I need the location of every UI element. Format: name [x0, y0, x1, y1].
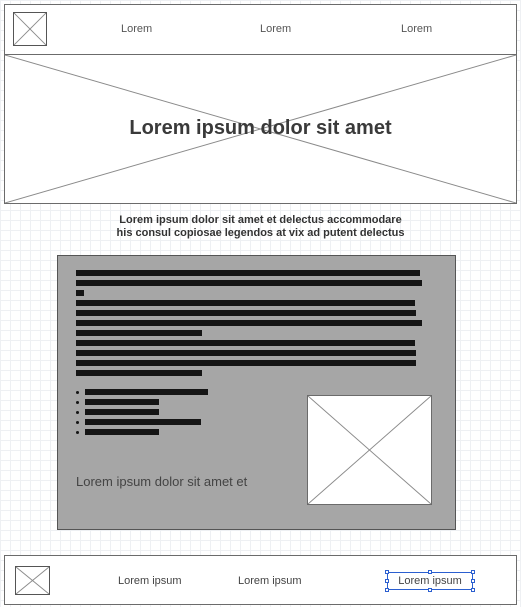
text-line	[76, 300, 415, 306]
nav-link-1[interactable]: Lorem	[121, 23, 152, 35]
hero-title: Lorem ipsum dolor sit amet	[129, 117, 392, 139]
footer-link-selected-label: Lorem ipsum	[398, 575, 462, 587]
hero-banner: Lorem ipsum dolor sit amet	[4, 54, 517, 204]
resize-handle-top-right[interactable]	[471, 570, 475, 574]
resize-handle-left[interactable]	[385, 579, 389, 583]
footer-link-selected[interactable]: Lorem ipsum	[385, 570, 475, 592]
footer-link-1[interactable]: Lorem ipsum	[118, 575, 182, 587]
intro-text: Lorem ipsum dolor sit amet et delectus a…	[0, 214, 521, 240]
bullet-text-line	[85, 409, 159, 415]
text-line	[76, 360, 416, 366]
text-line	[76, 310, 416, 316]
intro-line-1: Lorem ipsum dolor sit amet et delectus a…	[119, 214, 402, 226]
bullet-text-line	[85, 429, 159, 435]
resize-handle-bottom-right[interactable]	[471, 588, 475, 592]
panel-image-placeholder[interactable]	[307, 395, 432, 505]
resize-handle-bottom[interactable]	[428, 588, 432, 592]
bullet-dot	[76, 411, 79, 414]
resize-handle-right[interactable]	[471, 579, 475, 583]
resize-handle-top-left[interactable]	[385, 570, 389, 574]
text-line	[76, 350, 416, 356]
panel-caption: Lorem ipsum dolor sit amet et	[76, 474, 248, 489]
content-panel: Lorem ipsum dolor sit amet et	[57, 255, 456, 530]
bullet-dot	[76, 431, 79, 434]
logo-image-placeholder[interactable]	[13, 12, 47, 46]
text-line	[76, 330, 202, 336]
bullet-text-line	[85, 399, 159, 405]
text-line	[76, 280, 422, 286]
text-line	[76, 370, 202, 376]
intro-line-2: his consul copiosae legendos at vix ad p…	[116, 227, 405, 239]
bullet-dot	[76, 391, 79, 394]
nav-link-3[interactable]: Lorem	[401, 23, 432, 35]
text-line	[76, 340, 415, 346]
footer-nav: Lorem ipsum Lorem ipsum Lorem ipsum	[4, 555, 517, 605]
resize-handle-top[interactable]	[428, 570, 432, 574]
bullet-dot	[76, 421, 79, 424]
bullet-text-line	[85, 389, 208, 395]
bullet-text-line	[85, 419, 201, 425]
nav-link-2[interactable]: Lorem	[260, 23, 291, 35]
footer-link-2[interactable]: Lorem ipsum	[238, 575, 302, 587]
header-nav: Lorem Lorem Lorem	[4, 4, 517, 55]
footer-logo-image-placeholder[interactable]	[15, 566, 50, 595]
text-line	[76, 320, 422, 326]
text-line	[76, 270, 420, 276]
resize-handle-bottom-left[interactable]	[385, 588, 389, 592]
text-line	[76, 290, 84, 296]
bullet-dot	[76, 401, 79, 404]
